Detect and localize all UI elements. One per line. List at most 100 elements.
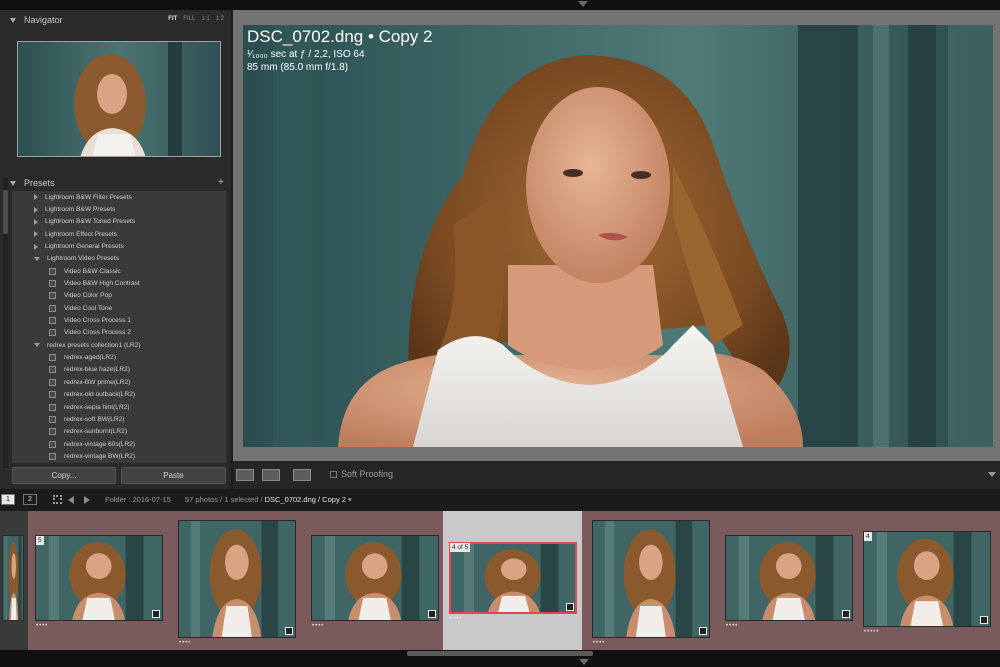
lightroom-develop-window: Navigator FIT FILL 1:1 1:2 Presets + Lig… — [0, 0, 1000, 667]
screen-2-button[interactable]: 2 — [23, 494, 37, 505]
preset-icon — [49, 366, 56, 374]
source-folder[interactable]: Folder : 2016-07-15 — [105, 495, 171, 504]
preset-label: Lightroom Video Presets — [47, 255, 120, 263]
preset-item[interactable]: Video Cross Process 2 — [12, 327, 226, 339]
portrait-image — [243, 25, 993, 447]
preset-item[interactable]: redrex-soft BW(LR2) — [12, 413, 226, 425]
collapsed-triangle-icon — [34, 243, 38, 250]
preset-label: redrex-vintage 60s(LR2) — [64, 440, 136, 448]
filmstrip-thumbnail[interactable] — [311, 535, 439, 621]
stack-badge[interactable]: 4 — [864, 532, 872, 541]
preset-item[interactable]: redrex-sunburnt(LR2) — [12, 426, 226, 438]
preset-label: Video Color Pop — [64, 292, 112, 300]
filmstrip-scrollbar[interactable] — [407, 651, 593, 656]
grid-view-icon[interactable] — [53, 495, 62, 504]
preset-item[interactable]: Video Cool Tone — [12, 302, 226, 314]
collapsed-triangle-icon — [34, 231, 38, 238]
rating-stars: ••••• — [864, 629, 880, 635]
forward-arrow-icon[interactable] — [84, 496, 90, 504]
selection-info[interactable]: 57 photos / 1 selected / DSC_0702.dng / … — [185, 495, 352, 504]
preset-icon — [49, 354, 56, 362]
main-photo[interactable] — [243, 25, 993, 447]
collapse-bottom-icon[interactable] — [579, 659, 589, 665]
rating-stars: •••• — [36, 623, 49, 629]
preset-label: redrex-vintage BW(LR2) — [64, 452, 136, 460]
preset-item[interactable]: redrex-sepia hint(LR2) — [12, 401, 226, 413]
preset-label: Video Cool Tone — [64, 304, 113, 312]
preset-folder[interactable]: Lightroom General Presets — [12, 240, 226, 252]
zoom-1-1[interactable]: 1:1 — [201, 16, 209, 22]
filmstrip-thumbnail[interactable] — [592, 520, 710, 638]
preset-item[interactable]: Video Color Pop — [12, 290, 226, 302]
collapse-triangle-icon[interactable] — [10, 17, 16, 23]
zoom-fit[interactable]: FIT — [168, 16, 177, 22]
edited-badge-icon — [428, 610, 436, 618]
preset-icon — [49, 329, 56, 337]
preset-folder[interactable]: Lightroom B&W Toned Presets — [12, 216, 226, 228]
preset-folder[interactable]: Lightroom B&W Presets — [12, 203, 226, 215]
preset-icon — [49, 317, 56, 325]
preset-item[interactable]: Video B&W High Contrast — [12, 277, 226, 289]
info-exposure: ¹⁄₁₀₀₀ sec at ƒ / 2,2, ISO 64 — [247, 49, 365, 60]
zoom-fill[interactable]: FILL — [183, 16, 195, 22]
filmstrip-thumbnail[interactable] — [725, 535, 853, 621]
expanded-triangle-icon — [34, 256, 40, 261]
preset-folder[interactable]: redrex presets collection1 (LR2) — [12, 339, 226, 351]
zoom-1-2[interactable]: 1:2 — [216, 16, 224, 22]
collapsed-triangle-icon — [34, 218, 38, 225]
edited-badge-icon — [566, 603, 574, 611]
preset-folder[interactable]: Lightroom Video Presets — [12, 253, 226, 265]
preset-item[interactable]: redrex-BW prime(LR2) — [12, 376, 226, 388]
expanded-triangle-icon — [34, 343, 40, 348]
preset-label: redrex-sepia hint(LR2) — [64, 403, 130, 411]
edited-badge-icon — [980, 616, 988, 624]
collapse-triangle-icon[interactable] — [10, 180, 16, 186]
toolbar-menu-icon[interactable] — [988, 472, 996, 477]
paste-button[interactable]: Paste — [121, 467, 226, 484]
filmstrip-thumbnail[interactable] — [178, 520, 296, 638]
back-arrow-icon[interactable] — [68, 496, 74, 504]
photo-info-overlay: DSC_0702.dng • Copy 2 ¹⁄₁₀₀₀ sec at ƒ / … — [247, 27, 433, 73]
preset-item[interactable]: redrex-vintage 60s(LR2) — [12, 438, 226, 450]
preset-item[interactable]: Video B&W Classic — [12, 265, 226, 277]
preset-icon — [49, 391, 56, 399]
preset-item[interactable]: redrex-old outback(LR2) — [12, 389, 226, 401]
before-after-yy-icon[interactable] — [293, 469, 311, 481]
copy-button[interactable]: Copy... — [12, 467, 116, 484]
preset-label: redrex presets collection1 (LR2) — [47, 341, 141, 349]
chevron-down-icon[interactable]: ▾ — [348, 495, 352, 504]
loupe-view-icon[interactable] — [236, 469, 254, 481]
plus-icon[interactable]: + — [218, 176, 224, 188]
navigator-header[interactable]: Navigator FIT FILL 1:1 1:2 — [10, 12, 228, 28]
preset-item[interactable]: Video Cross Process 1 — [12, 314, 226, 326]
preset-icon — [49, 378, 56, 386]
soft-proofing-checkbox[interactable] — [330, 471, 337, 478]
preset-icon — [49, 280, 56, 288]
presets-header[interactable]: Presets + — [10, 175, 228, 191]
filmstrip-thumbnail[interactable] — [863, 531, 991, 627]
preset-item[interactable]: redrex-aged(LR2) — [12, 351, 226, 363]
edited-badge-icon — [842, 610, 850, 618]
preset-folder[interactable]: Lightroom Effect Presets — [12, 228, 226, 240]
preset-item[interactable]: redrex-blue haze(LR2) — [12, 364, 226, 376]
preset-icon — [49, 304, 56, 312]
current-file: DSC_0702.dng / Copy 2 — [264, 495, 346, 504]
stack-badge[interactable]: 5 — [36, 536, 44, 545]
filmstrip-thumbnail[interactable] — [35, 535, 163, 621]
scrollbar-thumb[interactable] — [3, 190, 8, 234]
preset-folder[interactable]: Lightroom B&W Filter Presets — [12, 191, 226, 203]
navigator-preview[interactable] — [17, 41, 221, 157]
preset-label: Video Cross Process 2 — [64, 329, 131, 337]
rating-stars: •••• — [312, 623, 325, 629]
stack-badge[interactable]: 4 of 5 — [450, 543, 471, 552]
soft-proofing-label: Soft Proofing — [341, 469, 394, 479]
collapse-top-icon[interactable] — [578, 1, 588, 7]
preset-label: Video B&W Classic — [64, 267, 121, 275]
edited-badge-icon — [699, 627, 707, 635]
top-panel-toggle-bar[interactable] — [0, 0, 1000, 10]
filmstrip-thumbnail[interactable] — [2, 535, 24, 621]
screen-1-button[interactable]: 1 — [1, 494, 15, 505]
filmstrip-thumbnail[interactable] — [449, 542, 577, 614]
preset-item[interactable]: redrex-vintage BW(LR2) — [12, 450, 226, 462]
before-after-icon[interactable] — [262, 469, 280, 481]
